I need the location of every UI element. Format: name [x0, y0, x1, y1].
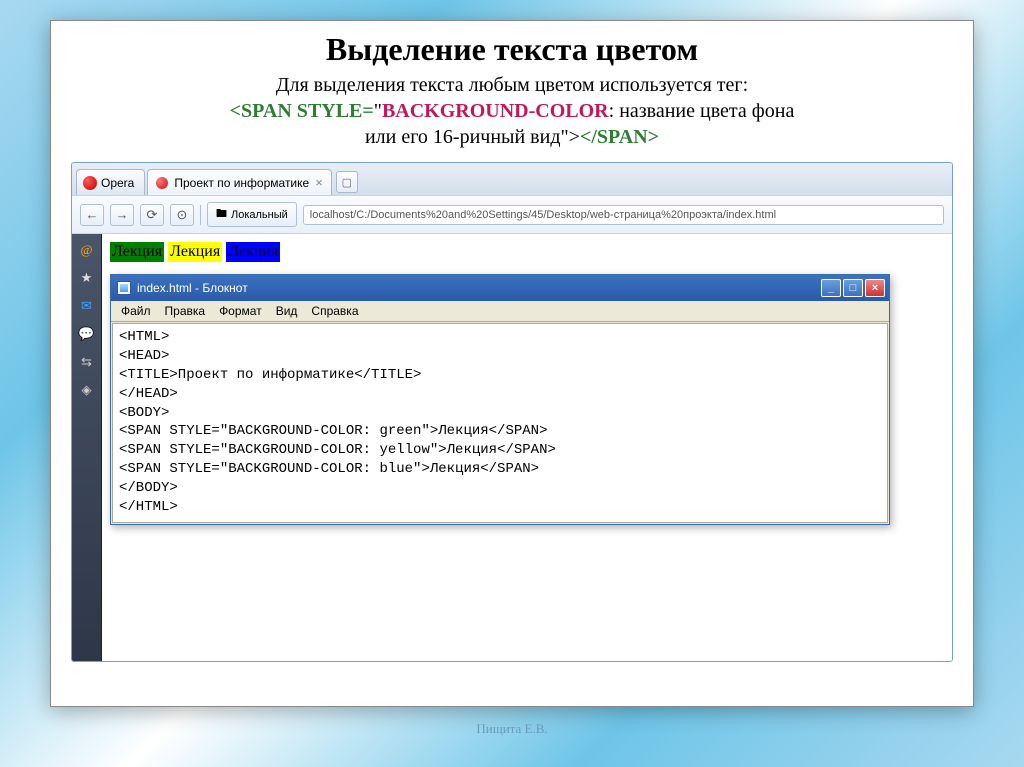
span-demo-row: Лекция Лекция Лекция: [110, 242, 944, 262]
slide-title: Выделение текста цветом: [71, 31, 953, 68]
browser-tab[interactable]: Проект по информатике ×: [147, 169, 331, 195]
divider: [200, 205, 201, 225]
notepad-editor[interactable]: <HTML> <HEAD> <TITLE>Проект по информати…: [112, 323, 888, 523]
span-green: Лекция: [110, 242, 164, 262]
local-badge[interactable]: 🖿 Локальный: [207, 202, 297, 227]
menu-edit[interactable]: Правка: [159, 303, 212, 319]
menu-help[interactable]: Справка: [305, 303, 364, 319]
at-icon[interactable]: @: [79, 242, 95, 258]
folder-icon: 🖿: [216, 205, 227, 224]
toolbar: ← → ⟳ ⊙ 🖿 Локальный: [72, 195, 952, 234]
menu-file[interactable]: Файл: [115, 303, 157, 319]
chat-icon[interactable]: 💬: [79, 326, 95, 342]
back-button[interactable]: ←: [80, 204, 104, 226]
panel-sidebar: @ ★ ✉ 💬 ⇆ ◈: [72, 234, 102, 662]
window-controls: _ □ ×: [821, 279, 885, 297]
code-example-line2: или его 16-ричный вид"></SPAN>: [71, 124, 953, 150]
span-yellow: Лекция: [168, 242, 222, 262]
span-blue: Лекция: [226, 242, 280, 262]
minimize-button[interactable]: _: [821, 279, 841, 297]
rendered-page: Лекция Лекция Лекция index.html - Блокно…: [102, 234, 952, 662]
tab-title: Проект по информатике: [174, 176, 309, 190]
tag-close: </SPAN>: [580, 126, 659, 148]
close-button[interactable]: ×: [865, 279, 885, 297]
notepad-titlebar[interactable]: index.html - Блокнот _ □ ×: [111, 275, 889, 301]
browser-window: Opera Проект по информатике × ▢ ← → ⟳ ⊙ …: [71, 162, 953, 662]
star-icon[interactable]: ★: [79, 270, 95, 286]
mail-icon[interactable]: ✉: [79, 298, 95, 314]
home-button[interactable]: ⊙: [170, 204, 194, 226]
menu-format[interactable]: Формат: [213, 303, 268, 319]
tab-bar: Opera Проект по информатике × ▢: [72, 163, 952, 195]
forward-button[interactable]: →: [110, 204, 134, 226]
code-example-line1: <SPAN STYLE="BACKGROUND-COLOR: название …: [71, 98, 953, 124]
slide-author: Пищита Е.В.: [0, 721, 1024, 737]
content-area: @ ★ ✉ 💬 ⇆ ◈ Лекция Лекция Лекция index.h…: [72, 234, 952, 662]
address-bar[interactable]: [303, 205, 944, 225]
share-icon[interactable]: ⇆: [79, 354, 95, 370]
slide-container: Выделение текста цветом Для выделения те…: [50, 20, 974, 707]
notepad-window[interactable]: index.html - Блокнот _ □ × Файл Правка Ф…: [110, 274, 890, 525]
page-icon: [156, 177, 168, 189]
opera-icon: [83, 176, 97, 190]
close-tab-icon[interactable]: ×: [315, 176, 323, 189]
new-tab-button[interactable]: ▢: [336, 171, 358, 193]
notepad-icon: [117, 281, 131, 295]
shield-icon[interactable]: ◈: [79, 382, 95, 398]
menu-view[interactable]: Вид: [270, 303, 304, 319]
notepad-title: index.html - Блокнот: [137, 281, 248, 295]
opera-label: Opera: [101, 176, 134, 190]
opera-menu-button[interactable]: Opera: [76, 169, 145, 195]
css-property: BACKGROUND-COLOR: [382, 100, 609, 122]
maximize-button[interactable]: □: [843, 279, 863, 297]
tag-open: <SPAN STYLE=: [230, 100, 374, 122]
notepad-menu: Файл Правка Формат Вид Справка: [111, 301, 889, 322]
slide-description: Для выделения текста любым цветом исполь…: [71, 72, 953, 98]
reload-button[interactable]: ⟳: [140, 204, 164, 226]
